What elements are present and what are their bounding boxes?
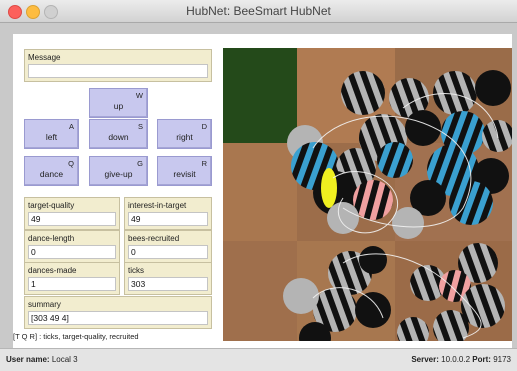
bees-recruited-label: bees-recruited <box>128 234 180 243</box>
dance-button[interactable]: Q dance <box>24 156 79 186</box>
player-bee <box>321 168 337 208</box>
dance-label: dance <box>39 169 64 179</box>
server-label: Server: <box>411 355 439 364</box>
dance-length-value: 0 <box>28 245 116 259</box>
give-up-label: give-up <box>104 169 133 179</box>
up-button[interactable]: W up <box>89 88 148 118</box>
ticks-monitor: ticks 303 <box>124 262 212 295</box>
up-label: up <box>113 101 124 111</box>
revisit-button[interactable]: R revisit <box>157 156 212 186</box>
message-monitor: Message <box>24 49 212 82</box>
right-label: right <box>176 132 193 142</box>
server-info: Server: 10.0.0.2 Port: 9173 <box>411 355 511 364</box>
dances-made-value: 1 <box>28 277 116 291</box>
down-button[interactable]: S down <box>89 119 148 149</box>
bees-recruited-monitor: bees-recruited 0 <box>124 230 212 263</box>
interest-in-target-label: interest-in-target <box>128 201 187 210</box>
simulation-view[interactable] <box>223 48 512 341</box>
dance-key: Q <box>68 159 74 168</box>
down-key: S <box>137 122 143 131</box>
revisit-key: R <box>201 159 207 168</box>
target-quality-monitor: target-quality 49 <box>24 197 120 230</box>
dance-length-monitor: dance-length 0 <box>24 230 120 263</box>
server-value: 10.0.0.2 <box>441 355 471 364</box>
dances-made-monitor: dances-made 1 <box>24 262 120 295</box>
port-label: Port: <box>472 355 491 364</box>
dance-length-label: dance-length <box>28 234 75 243</box>
left-label: left <box>45 132 58 142</box>
ticks-value: 303 <box>128 277 208 291</box>
summary-label: summary <box>28 300 61 309</box>
dances-made-label: dances-made <box>28 266 77 275</box>
bees-recruited-value: 0 <box>128 245 208 259</box>
down-label: down <box>108 132 129 142</box>
user-name-label: User name: <box>6 355 50 364</box>
port-value: 9173 <box>493 355 511 364</box>
up-key: W <box>135 91 143 100</box>
user-info: User name: Local 3 <box>6 355 78 364</box>
hive-patch <box>223 48 297 143</box>
ticks-label: ticks <box>128 266 144 275</box>
target-quality-label: target-quality <box>28 201 75 210</box>
revisit-label: revisit <box>173 169 196 179</box>
window-title: HubNet: BeeSmart HubNet <box>186 4 331 18</box>
summary-legend: [T Q R] : ticks, target-quality, recruit… <box>13 332 139 341</box>
target-quality-value: 49 <box>28 212 116 226</box>
summary-monitor: summary [303 49 4] <box>24 296 212 329</box>
give-up-key: G <box>137 159 143 168</box>
user-name-value: Local 3 <box>51 355 78 364</box>
right-button[interactable]: D right <box>157 119 212 149</box>
message-value <box>28 64 208 78</box>
interest-in-target-value: 49 <box>128 212 208 226</box>
left-key: A <box>68 122 74 131</box>
left-button[interactable]: A left <box>24 119 79 149</box>
simulation-canvas <box>223 48 512 341</box>
right-key: D <box>201 122 207 131</box>
message-label: Message <box>28 53 61 62</box>
title-bar: HubNet: BeeSmart HubNet <box>0 0 517 23</box>
summary-value: [303 49 4] <box>28 311 208 325</box>
interest-in-target-monitor: interest-in-target 49 <box>124 197 212 230</box>
status-bar: User name: Local 3 Server: 10.0.0.2 Port… <box>0 348 517 371</box>
give-up-button[interactable]: G give-up <box>89 156 148 186</box>
